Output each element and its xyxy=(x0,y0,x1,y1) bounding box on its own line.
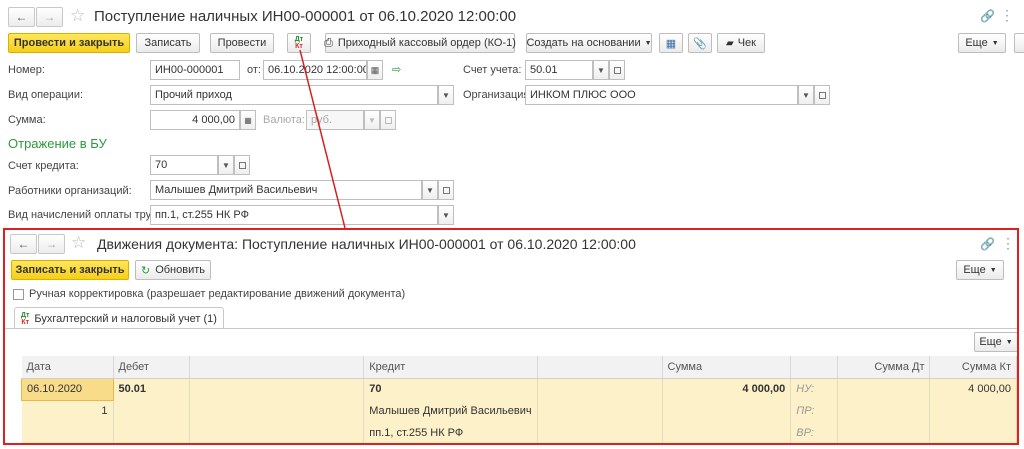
movements-window: ← → ☆ Движения документа: Поступление на… xyxy=(3,228,1019,445)
cell-date[interactable]: 1 xyxy=(21,400,114,422)
table-row[interactable]: 1 Малышев Дмитрий Васильевич ПР: xyxy=(21,400,1017,422)
table-row[interactable]: 06.10.2020 50.01 70 4 000,00 НУ: 4 000,0… xyxy=(21,377,1017,401)
manual-correction-label: Ручная корректировка (разрешает редактир… xyxy=(29,288,406,300)
cell-debit[interactable] xyxy=(113,422,191,443)
forward-button[interactable]: → xyxy=(38,234,65,254)
arrow-left-icon: ← xyxy=(17,237,30,251)
tab-divider xyxy=(5,328,1017,329)
cell-debit[interactable]: 50.01 xyxy=(113,378,191,400)
cell-sum-dt[interactable] xyxy=(837,400,931,422)
link-icon[interactable]: 🔗 xyxy=(980,237,995,251)
cell-tax-type: НУ: xyxy=(790,378,838,400)
col-tax-type[interactable] xyxy=(790,356,838,379)
cell-credit[interactable]: 70 xyxy=(363,378,538,400)
cell-credit-sub[interactable] xyxy=(537,378,663,400)
more-label: Еще xyxy=(963,264,986,276)
cell-debit-sub[interactable] xyxy=(189,378,365,400)
refresh-label: Обновить xyxy=(155,264,206,276)
refresh-icon: ↻ xyxy=(140,264,151,277)
cell-credit[interactable]: пп.1, ст.255 НК РФ xyxy=(363,422,538,443)
col-credit-sub[interactable] xyxy=(537,356,663,379)
cell-date[interactable]: 06.10.2020 xyxy=(21,377,114,401)
save-and-close-button[interactable]: Записать и закрыть xyxy=(11,260,129,280)
cell-credit[interactable]: Малышев Дмитрий Васильевич xyxy=(363,400,538,422)
manual-correction-checkbox[interactable] xyxy=(13,289,24,300)
tab-accounting[interactable]: Дт Кт Бухгалтерский и налоговый учет (1) xyxy=(14,307,224,329)
cell-sum-dt[interactable] xyxy=(837,378,931,400)
col-sum-dt[interactable]: Сумма Дт xyxy=(837,356,931,379)
col-debit-sub[interactable] xyxy=(189,356,365,379)
cell-sum-kt[interactable] xyxy=(929,400,1017,422)
col-date[interactable]: Дата xyxy=(21,356,114,379)
cell-tax-type: ПР: xyxy=(790,400,838,422)
movements-table: Дата Дебет Кредит Сумма Сумма Дт Сумма К… xyxy=(21,356,1017,443)
col-sum-kt[interactable]: Сумма Кт xyxy=(929,356,1017,379)
cell-tax-type: ВР: xyxy=(790,422,838,443)
cell-sum[interactable]: 4 000,00 xyxy=(662,378,792,400)
cell-sum-kt[interactable] xyxy=(929,422,1017,443)
more-vertical-icon[interactable]: ⋮ xyxy=(1001,235,1015,252)
star-icon[interactable]: ☆ xyxy=(71,233,86,253)
col-debit[interactable]: Дебет xyxy=(113,356,191,379)
cell-credit-sub[interactable] xyxy=(537,422,663,443)
dt-kt-icon: Дт Кт xyxy=(21,311,30,326)
table-more-button[interactable]: Еще ▼ xyxy=(974,332,1017,352)
more-button[interactable]: Еще ▼ xyxy=(956,260,1004,280)
cell-date[interactable] xyxy=(21,422,114,443)
refresh-button[interactable]: ↻ Обновить xyxy=(135,260,211,280)
cell-sum[interactable] xyxy=(662,422,792,443)
tab-accounting-label: Бухгалтерский и налоговый учет (1) xyxy=(34,312,217,325)
cell-debit-sub[interactable] xyxy=(189,400,365,422)
chevron-down-icon: ▼ xyxy=(989,266,997,274)
back-button[interactable]: ← xyxy=(10,234,37,254)
col-credit[interactable]: Кредит xyxy=(363,356,538,379)
table-header-row: Дата Дебет Кредит Сумма Сумма Дт Сумма К… xyxy=(21,356,1017,379)
cell-sum-kt[interactable]: 4 000,00 xyxy=(929,378,1017,400)
cell-debit[interactable] xyxy=(113,400,191,422)
cell-debit-sub[interactable] xyxy=(189,422,365,443)
arrow-right-icon: → xyxy=(45,237,58,251)
chevron-down-icon: ▼ xyxy=(1005,338,1013,346)
table-row[interactable]: пп.1, ст.255 НК РФ ВР: xyxy=(21,422,1017,443)
cell-sum-dt[interactable] xyxy=(837,422,931,443)
cell-credit-sub[interactable] xyxy=(537,400,663,422)
movements-title: Движения документа: Поступление наличных… xyxy=(97,236,636,252)
cell-sum[interactable] xyxy=(662,400,792,422)
table-more-label: Еще xyxy=(979,336,1002,348)
col-sum[interactable]: Сумма xyxy=(662,356,792,379)
